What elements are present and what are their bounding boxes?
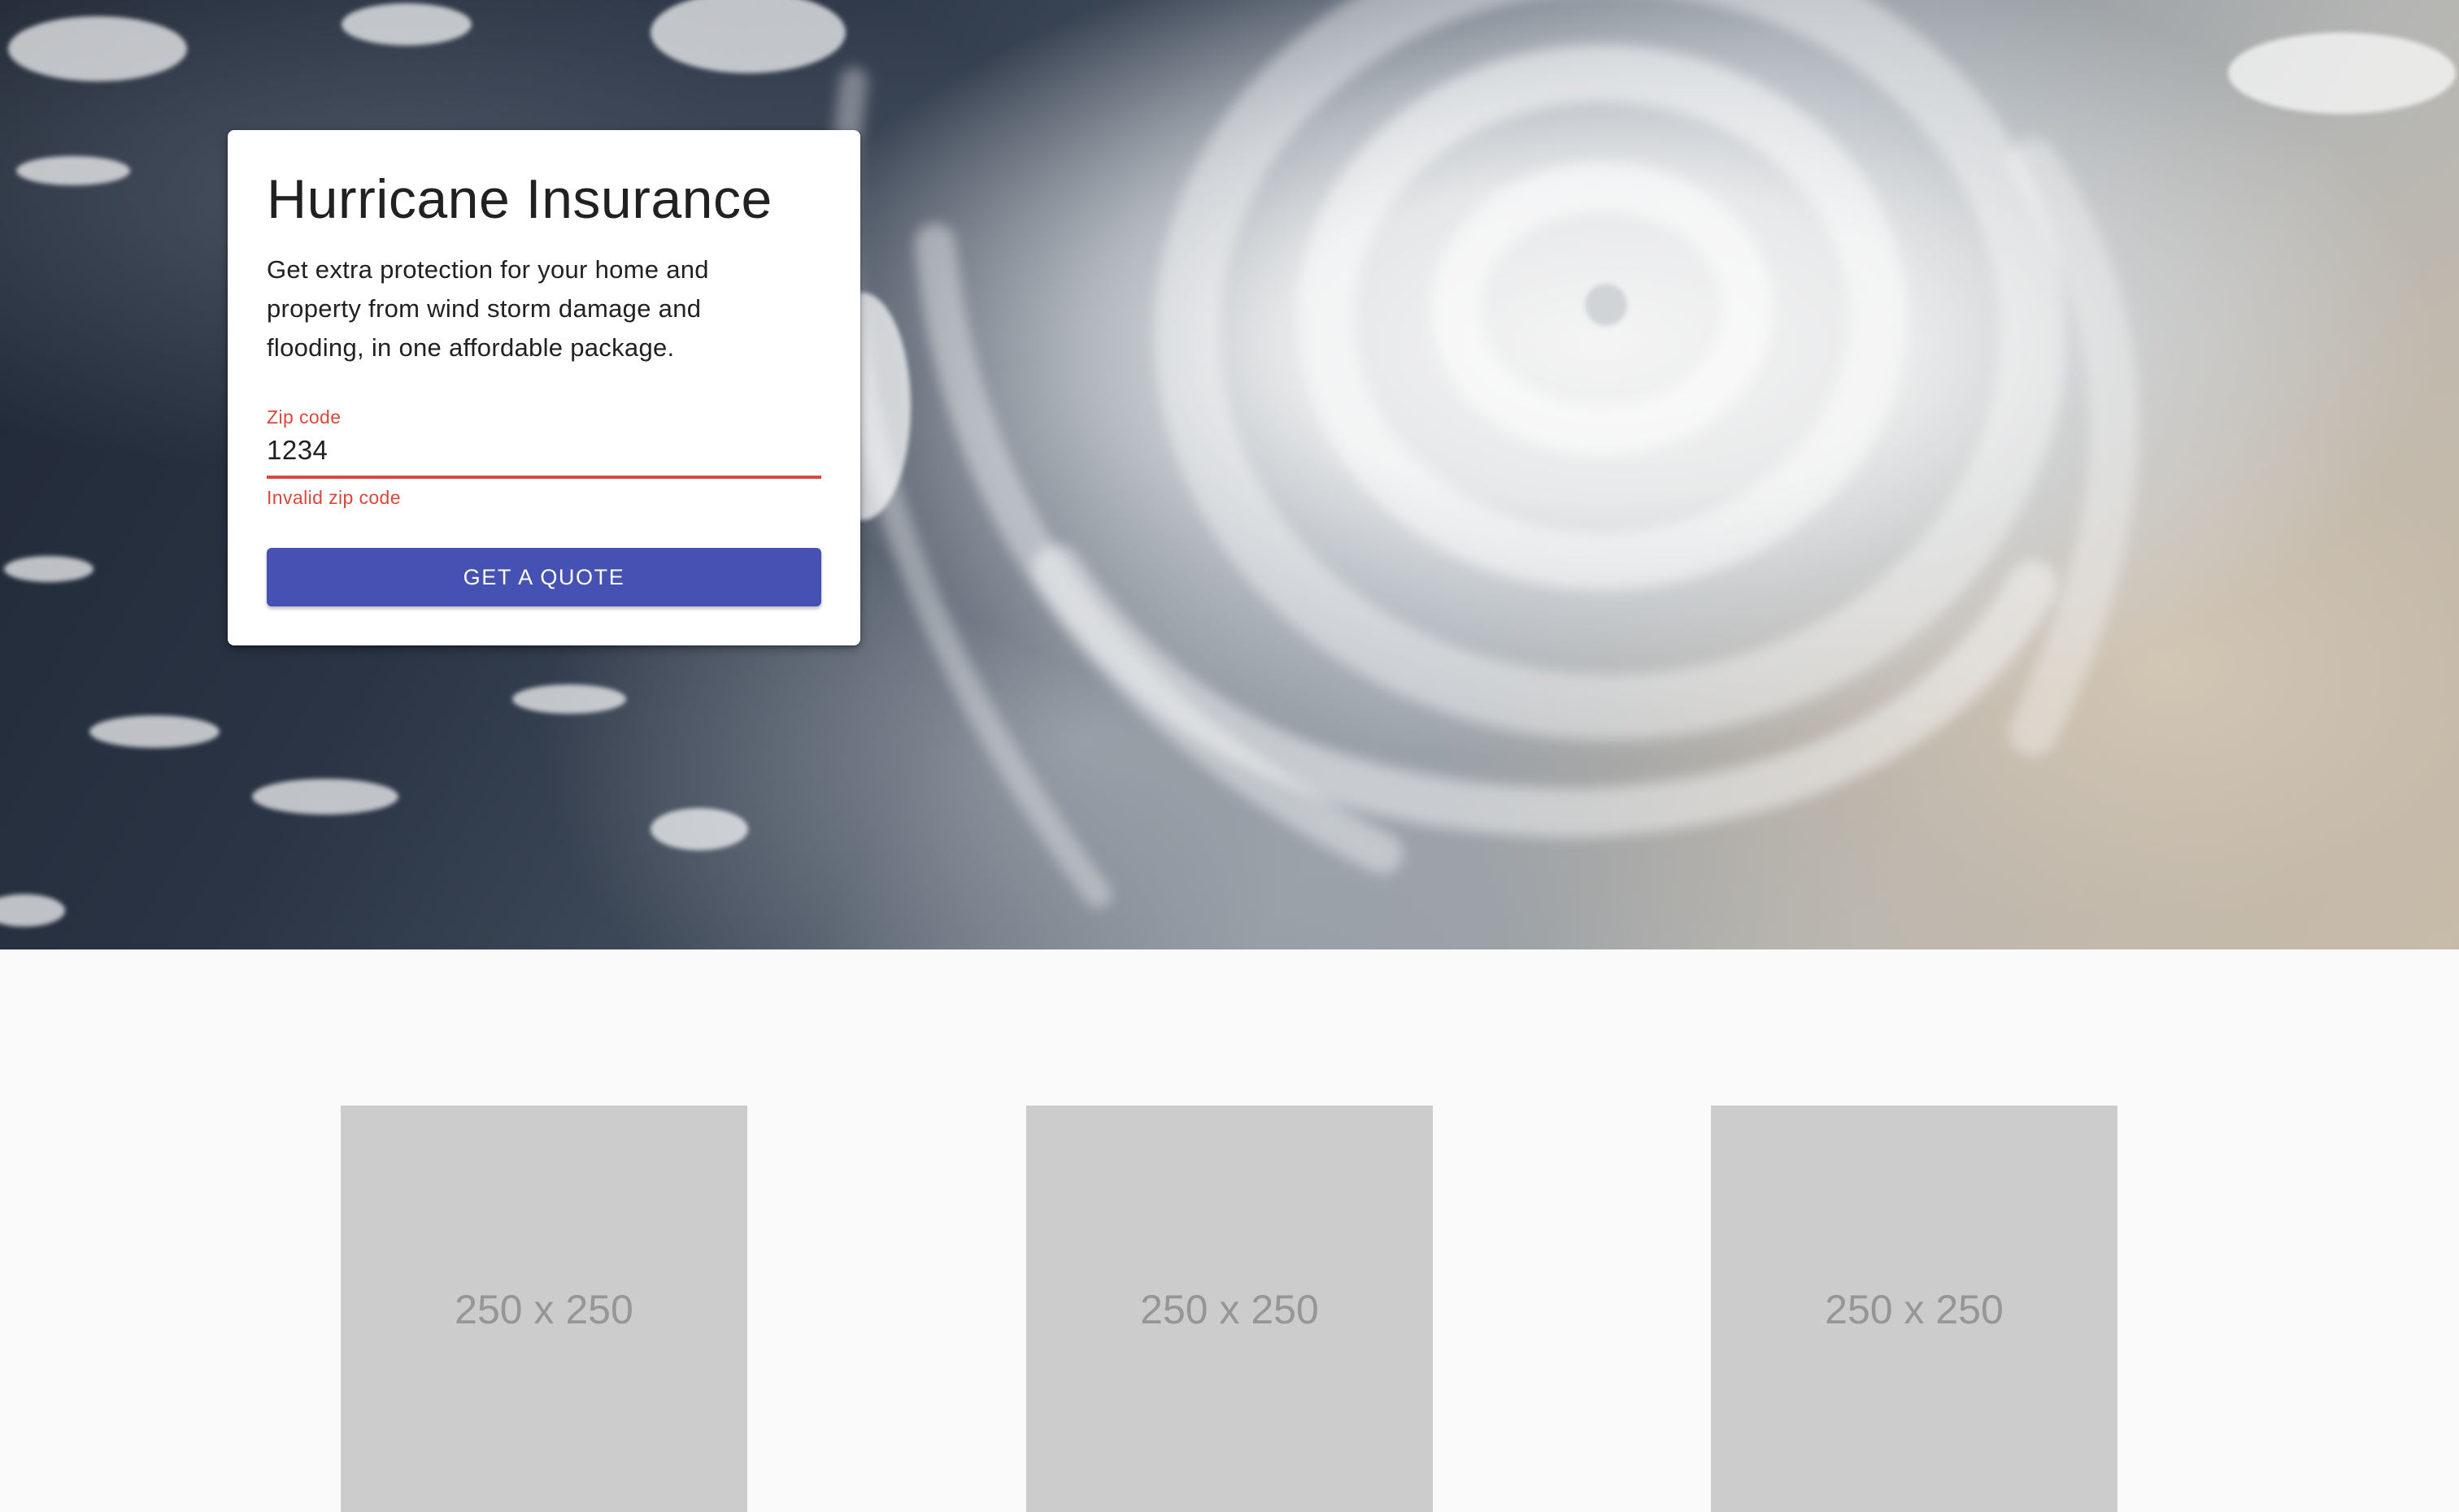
placeholder-image: 250 x 250 <box>1711 1106 2117 1512</box>
zip-code-field: Zip code Invalid zip code <box>267 406 821 509</box>
placeholder-image: 250 x 250 <box>341 1106 747 1512</box>
hero-banner: Hurricane Insurance Get extra protection… <box>0 0 2459 949</box>
placeholder-image-label: 250 x 250 <box>1140 1287 1319 1332</box>
get-a-quote-button[interactable]: GET A QUOTE <box>267 548 821 606</box>
placeholder-image: 250 x 250 <box>1026 1106 1433 1512</box>
zip-code-error: Invalid zip code <box>267 487 401 508</box>
placeholder-image-label: 250 x 250 <box>1825 1287 2004 1332</box>
placeholder-image-label: 250 x 250 <box>455 1287 633 1332</box>
quote-card: Hurricane Insurance Get extra protection… <box>228 130 860 645</box>
zip-code-input[interactable] <box>267 435 821 479</box>
card-description: Get extra protection for your home and p… <box>267 255 709 363</box>
zip-code-label: Zip code <box>267 406 342 428</box>
page-title: Hurricane Insurance <box>267 168 773 230</box>
